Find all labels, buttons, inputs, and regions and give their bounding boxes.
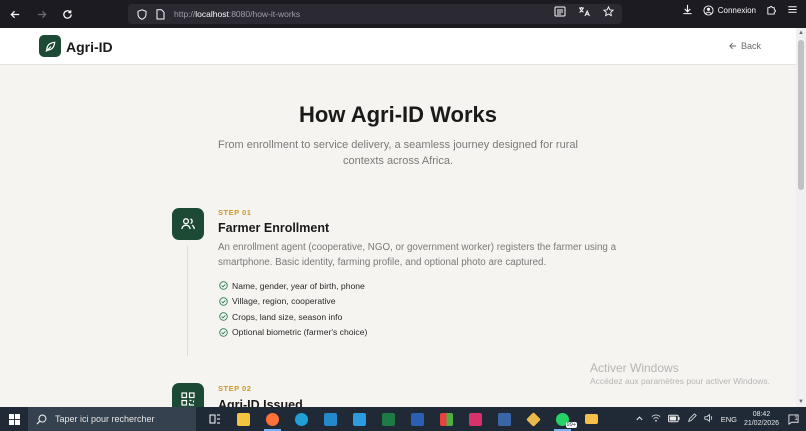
scroll-thumb[interactable]	[798, 40, 804, 190]
list-item-text: Name, gender, year of birth, phone	[232, 280, 365, 291]
taskbar-search[interactable]: Taper ici pour rechercher	[28, 407, 196, 431]
arrow-left-icon	[729, 42, 737, 50]
brand-name[interactable]: Agri-ID	[66, 39, 113, 55]
file-explorer-icon[interactable]	[577, 407, 606, 431]
shield-icon[interactable]	[134, 8, 150, 20]
url-prefix: http://	[174, 9, 196, 19]
url-host: localhost	[195, 9, 229, 19]
notification-center-icon[interactable]: 1	[786, 412, 800, 426]
step-checklist: Name, gender, year of birth, phone Villa…	[218, 278, 367, 340]
windows-activation-subtitle: Accédez aux paramètres pour activer Wind…	[590, 376, 770, 386]
excel-icon[interactable]	[374, 407, 403, 431]
whatsapp-badge: 99+	[565, 422, 577, 428]
list-item-text: Village, region, cooperative	[232, 296, 336, 307]
list-item: Name, gender, year of birth, phone	[218, 278, 367, 294]
back-arrow-icon[interactable]	[4, 3, 26, 25]
page-icon[interactable]	[152, 8, 168, 20]
clock-date: 21/02/2026	[743, 420, 779, 427]
office-apps-icon[interactable]	[432, 407, 461, 431]
notification-count: 1	[794, 416, 798, 422]
step-label: STEP 02	[218, 384, 252, 393]
back-label: Back	[741, 41, 762, 51]
reader-view-icon[interactable]	[552, 6, 568, 17]
qr-code-icon	[172, 383, 204, 407]
list-item: Optional biometric (farmer's choice)	[218, 325, 367, 341]
windows-start-icon[interactable]	[0, 407, 28, 431]
account-icon	[703, 5, 714, 16]
edge-icon[interactable]	[287, 407, 316, 431]
extensions-icon[interactable]	[766, 4, 777, 17]
list-item-text: Optional biometric (farmer's choice)	[232, 327, 368, 338]
list-item: Crops, land size, season info	[218, 309, 367, 325]
list-item: Village, region, cooperative	[218, 294, 367, 310]
task-view-icon[interactable]	[200, 407, 229, 431]
page-scrollbar[interactable]: ▲ ▼	[796, 28, 806, 407]
step-label: STEP 01	[218, 208, 252, 217]
forward-arrow-icon[interactable]	[30, 3, 52, 25]
search-placeholder: Taper ici pour rechercher	[55, 414, 155, 424]
address-bar[interactable]: http://localhost:8080/how-it-works	[128, 4, 622, 24]
language-indicator[interactable]: ENG	[721, 415, 737, 424]
url-text[interactable]: http://localhost:8080/how-it-works	[174, 9, 300, 19]
mail-icon[interactable]	[345, 407, 374, 431]
windows-taskbar: Taper ici pour rechercher 99+ ENG 08:42 …	[0, 407, 806, 431]
translate-icon[interactable]	[576, 6, 592, 17]
account-button[interactable]: Connexion	[703, 5, 756, 16]
timeline-line	[187, 246, 188, 356]
step-description: An enrollment agent (cooperative, NGO, o…	[218, 242, 617, 268]
vscode-icon[interactable]	[316, 407, 345, 431]
download-icon[interactable]	[682, 4, 693, 17]
step-title: Agri-ID Issued	[218, 398, 303, 407]
volume-icon[interactable]	[704, 413, 714, 425]
search-icon	[36, 414, 47, 425]
git-icon[interactable]	[519, 407, 548, 431]
browser-toolbar: http://localhost:8080/how-it-works Conne…	[0, 0, 806, 28]
reload-icon[interactable]	[56, 3, 78, 25]
page-subtitle: From enrollment to service delivery, a s…	[218, 139, 578, 167]
firefox-icon[interactable]	[258, 407, 287, 431]
chevron-up-icon[interactable]	[635, 414, 644, 425]
scroll-up-icon[interactable]: ▲	[798, 30, 804, 36]
page-content: Agri-ID Back How Agri-ID Works From enro…	[0, 28, 796, 407]
scroll-down-icon[interactable]: ▼	[798, 399, 804, 405]
check-circle-icon	[218, 312, 228, 322]
pen-icon[interactable]	[687, 413, 697, 425]
store-icon[interactable]	[229, 407, 258, 431]
step-title: Farmer Enrollment	[218, 221, 330, 235]
users-icon	[172, 208, 204, 240]
check-circle-icon	[218, 327, 228, 337]
whatsapp-icon[interactable]: 99+	[548, 407, 577, 431]
taskbar-apps: 99+	[200, 407, 606, 431]
page-title: How Agri-ID Works	[298, 102, 497, 127]
leaf-logo-icon[interactable]	[39, 35, 61, 57]
clock-time: 08:42	[752, 411, 771, 418]
battery-icon[interactable]	[667, 414, 680, 425]
menu-icon[interactable]	[787, 4, 798, 17]
bookmark-star-icon[interactable]	[600, 6, 616, 17]
app-header: Agri-ID Back	[0, 28, 796, 65]
url-path: :8080/how-it-works	[228, 9, 301, 19]
windows-activation-title: Activer Windows	[590, 361, 679, 375]
clock[interactable]: 08:42 21/02/2026	[744, 410, 779, 428]
intellij-icon[interactable]	[461, 407, 490, 431]
check-circle-icon	[218, 281, 228, 291]
system-tray: ENG 08:42 21/02/2026 1	[635, 407, 806, 431]
back-link[interactable]: Back	[729, 41, 761, 51]
check-circle-icon	[218, 296, 228, 306]
account-label: Connexion	[717, 6, 756, 15]
list-item-text: Crops, land size, season info	[232, 311, 343, 322]
word-icon[interactable]	[403, 407, 432, 431]
wifi-icon[interactable]	[651, 413, 661, 425]
app-blue-icon[interactable]	[490, 407, 519, 431]
